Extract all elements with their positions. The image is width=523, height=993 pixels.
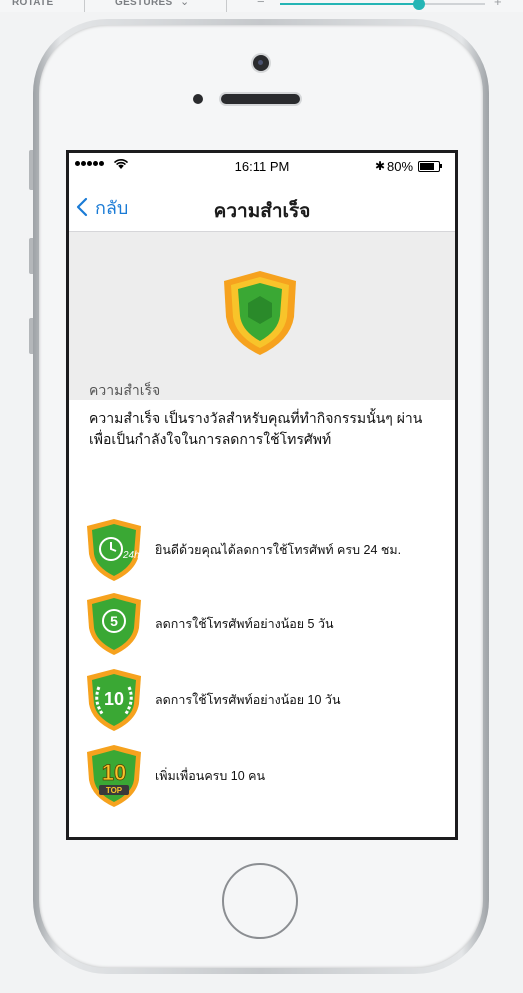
top-10-badge-icon: 10 TOP	[87, 745, 141, 807]
battery-level-fill	[420, 163, 435, 170]
zoom-in-button[interactable]: +	[494, 0, 502, 9]
achievement-item[interactable]: 10 TOP เพิ่มเพื่อนครบ 10 คน	[85, 741, 445, 811]
achievement-item[interactable]: 10 ลดการใช้โทรศัพท์อย่างน้อย 10 วัน	[85, 665, 445, 735]
battery-tip	[440, 164, 442, 168]
battery-icon	[418, 161, 440, 172]
navigation-bar: กลับ ความสำเร็จ	[69, 179, 455, 232]
badge-text: 5	[110, 613, 118, 629]
achievement-description: ความสำเร็จ เป็นรางวัลสำหรับคุณที่ทำกิจกร…	[89, 410, 423, 447]
achievement-item[interactable]: 5 ลดการใช้โทรศัพท์อย่างน้อย 5 วัน	[85, 589, 445, 659]
zoom-out-button[interactable]: −	[257, 0, 265, 9]
earpiece-speaker	[221, 94, 300, 104]
zoom-slider-handle[interactable]	[413, 0, 426, 10]
rotate-button[interactable]: ROTATE	[12, 0, 53, 8]
achievement-label: เพิ่มเพื่อนครบ 10 คน	[155, 769, 266, 783]
zoom-slider-fill	[280, 3, 420, 5]
achievement-label: ลดการใช้โทรศัพท์อย่างน้อย 10 วัน	[155, 693, 341, 707]
achievement-label: ยินดีด้วยคุณได้ลดการใช้โทรศัพท์ ครบ 24 ช…	[155, 543, 402, 557]
clock-24h-badge-icon: 24h	[87, 519, 141, 581]
bluetooth-icon: ✱	[375, 159, 386, 173]
ten-days-laurel-badge-icon: 10	[87, 669, 141, 731]
proximity-sensor	[193, 94, 203, 104]
simulator-toolbar: ROTATE GESTURES ⌄ − +	[0, 0, 523, 12]
gestures-dropdown[interactable]: GESTURES	[115, 0, 172, 8]
badge-subtext: TOP	[106, 786, 123, 795]
badge-text: 10	[102, 760, 126, 785]
badge-text: 10	[104, 689, 124, 709]
achievement-item[interactable]: 24h ยินดีด้วยคุณได้ลดการใช้โทรศัพท์ ครบ …	[85, 515, 445, 585]
chevron-down-icon[interactable]: ⌄	[180, 0, 189, 8]
five-days-badge-icon: 5	[87, 593, 141, 655]
achievement-shield-icon	[224, 271, 296, 355]
toolbar-divider	[226, 0, 227, 12]
front-camera-icon	[253, 55, 269, 71]
toolbar-divider	[84, 0, 85, 12]
achievement-label: ลดการใช้โทรศัพท์อย่างน้อย 5 วัน	[155, 617, 334, 631]
hero-section: ความสำเร็จ	[69, 232, 455, 400]
zoom-slider[interactable]	[280, 0, 485, 10]
battery-percent: 80%	[387, 159, 414, 174]
page-title: ความสำเร็จ	[213, 201, 311, 222]
home-button[interactable]	[222, 863, 298, 939]
badge-text: 24h	[122, 550, 140, 561]
status-bar: 16:11 PM ✱ 80%	[69, 153, 455, 179]
section-label: ความสำเร็จ	[89, 382, 161, 398]
phone-screen: 16:11 PM ✱ 80% กลับ ความสำเร็จ ความสำเร็…	[66, 150, 458, 840]
